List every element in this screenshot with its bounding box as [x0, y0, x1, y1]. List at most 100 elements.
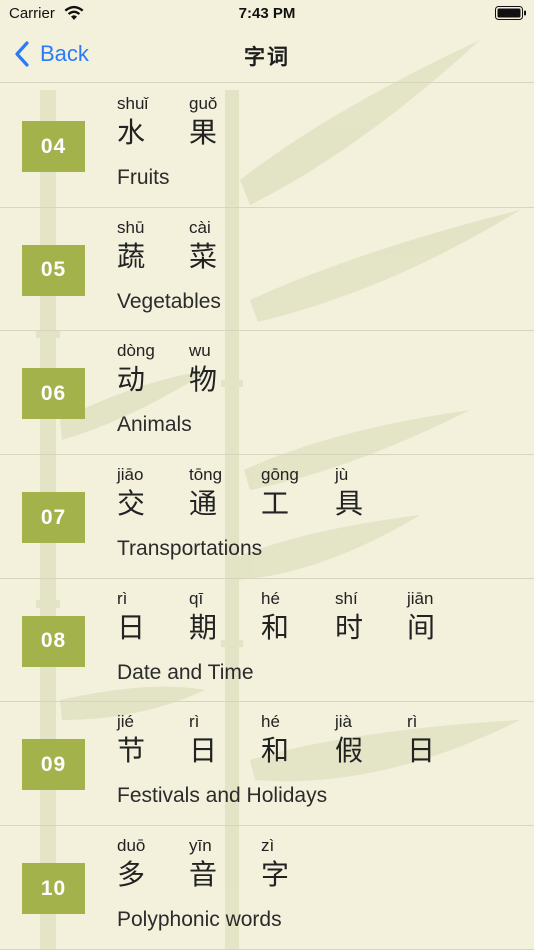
pinyin-label: cài — [189, 217, 211, 237]
hanzi-character: 日 — [189, 734, 218, 768]
pinyin-label: jié — [117, 712, 135, 732]
topic-number-badge: 05 — [22, 244, 85, 296]
pinyin-label: rì — [407, 712, 418, 732]
character-item: shū 蔬 — [117, 218, 157, 274]
character-item: shí 时 — [335, 589, 375, 645]
hanzi-character: 果 — [189, 116, 218, 149]
topic-number-badge: 10 — [22, 863, 85, 915]
character-item: zì 字 — [261, 836, 301, 892]
pinyin-label: dòng — [117, 341, 155, 361]
topic-number-badge: 04 — [22, 121, 85, 172]
topic-row[interactable]: 08 rì 日 qī 期 hé 和 shí 时 jiān 间 Date and Time — [0, 579, 534, 703]
hanzi-character: 交 — [117, 487, 146, 521]
character-item: wu 物 — [189, 341, 229, 397]
character-group: jiāo 交 tōng 通 gōng 工 jù 具 — [117, 465, 517, 535]
pinyin-label: hé — [261, 712, 280, 732]
hanzi-character: 动 — [117, 363, 146, 397]
character-group: rì 日 qī 期 hé 和 shí 时 jiān 间 — [117, 589, 517, 659]
topic-list: 04 shuǐ 水 guǒ 果 Fruits 05 shū 蔬 cài 菜 Vegetables 06 d… — [0, 84, 534, 950]
pinyin-label: zì — [261, 836, 275, 856]
topic-row[interactable]: 07 jiāo 交 tōng 通 gōng 工 jù 具 Transportations — [0, 455, 534, 579]
pinyin-label: hé — [261, 588, 280, 608]
character-group: dòng 动 wu 物 — [117, 341, 517, 411]
hanzi-character: 日 — [407, 734, 436, 768]
pinyin-label: gōng — [261, 465, 299, 485]
pinyin-label: jù — [335, 465, 349, 485]
pinyin-label: duō — [117, 836, 146, 856]
pinyin-label: qī — [189, 588, 204, 608]
navigation-bar: Back 字词 — [0, 28, 534, 83]
hanzi-character: 时 — [335, 610, 364, 644]
pinyin-label: jiān — [407, 588, 434, 608]
topic-row[interactable]: 10 duō 多 yīn 音 zì 字 Polyphonic words — [0, 826, 534, 950]
character-item: cài 菜 — [189, 218, 229, 274]
character-item: rì 日 — [117, 589, 157, 645]
pinyin-label: yīn — [189, 836, 212, 856]
character-item: duō 多 — [117, 836, 157, 892]
character-item: jiāo 交 — [117, 465, 157, 521]
pinyin-label: jià — [335, 712, 353, 732]
topic-label: Fruits — [117, 166, 170, 189]
character-item: guǒ 果 — [189, 94, 229, 150]
character-item: yīn 音 — [189, 836, 229, 892]
character-item: jù 具 — [335, 465, 375, 521]
character-group: shū 蔬 cài 菜 — [117, 218, 517, 288]
hanzi-character: 物 — [189, 363, 218, 397]
clock: 7:43 PM — [238, 5, 296, 22]
character-item: jiān 间 — [407, 589, 447, 645]
character-item: hé 和 — [261, 712, 301, 768]
topic-label: Festivals and Holidays — [117, 784, 328, 808]
character-item: jié 节 — [117, 712, 157, 768]
status-bar: Carrier 7:43 PM — [0, 0, 534, 28]
pinyin-label: rì — [189, 712, 200, 732]
character-item: dòng 动 — [117, 341, 157, 397]
topic-number-badge: 09 — [22, 739, 85, 791]
battery-icon — [495, 6, 526, 20]
pinyin-label: tōng — [189, 465, 223, 485]
topic-label: Vegetables — [117, 289, 221, 313]
character-item: hé 和 — [261, 589, 301, 645]
character-item: shuǐ 水 — [117, 94, 157, 150]
pinyin-label: rì — [117, 588, 128, 608]
hanzi-character: 期 — [189, 610, 218, 644]
topic-label: Transportations — [117, 537, 263, 561]
topic-row[interactable]: 09 jié 节 rì 日 hé 和 jià 假 rì 日 Festivals and Holiday… — [0, 702, 534, 827]
topic-number-badge: 07 — [22, 492, 85, 544]
topic-label: Animals — [117, 413, 192, 437]
pinyin-label: shuǐ — [117, 94, 149, 113]
pinyin-label: guǒ — [189, 94, 218, 113]
hanzi-character: 和 — [261, 734, 290, 768]
hanzi-character: 字 — [261, 858, 290, 892]
pinyin-label: shū — [117, 217, 145, 237]
character-item: rì 日 — [189, 712, 229, 768]
topic-label: Date and Time — [117, 660, 254, 684]
character-item: tōng 通 — [189, 465, 229, 521]
hanzi-character: 间 — [407, 610, 436, 644]
character-item: rì 日 — [407, 712, 447, 768]
pinyin-label: shí — [335, 588, 358, 608]
pinyin-label: wu — [189, 341, 211, 361]
hanzi-character: 多 — [117, 858, 146, 892]
character-group: shuǐ 水 guǒ 果 — [117, 94, 517, 164]
hanzi-character: 蔬 — [117, 239, 146, 273]
topic-row[interactable]: 06 dòng 动 wu 物 Animals — [0, 331, 534, 456]
hanzi-character: 通 — [189, 487, 218, 521]
topic-label: Polyphonic words — [117, 908, 282, 932]
character-item: gōng 工 — [261, 465, 301, 521]
topic-number-badge: 08 — [22, 615, 85, 667]
character-group: duō 多 yīn 音 zì 字 — [117, 836, 517, 906]
hanzi-character: 菜 — [189, 239, 218, 273]
hanzi-character: 节 — [117, 734, 146, 768]
pinyin-label: jiāo — [117, 465, 144, 485]
hanzi-character: 假 — [335, 734, 364, 768]
character-group: jié 节 rì 日 hé 和 jià 假 rì 日 — [117, 712, 517, 782]
hanzi-character: 工 — [261, 487, 290, 521]
hanzi-character: 日 — [117, 610, 146, 644]
topic-row[interactable]: 04 shuǐ 水 guǒ 果 Fruits — [0, 84, 534, 208]
page-title: 字词 — [244, 44, 290, 69]
hanzi-character: 音 — [189, 858, 218, 892]
topic-number-badge: 06 — [22, 368, 85, 420]
hanzi-character: 水 — [117, 116, 146, 149]
character-item: jià 假 — [335, 712, 375, 768]
topic-row[interactable]: 05 shū 蔬 cài 菜 Vegetables — [0, 208, 534, 332]
